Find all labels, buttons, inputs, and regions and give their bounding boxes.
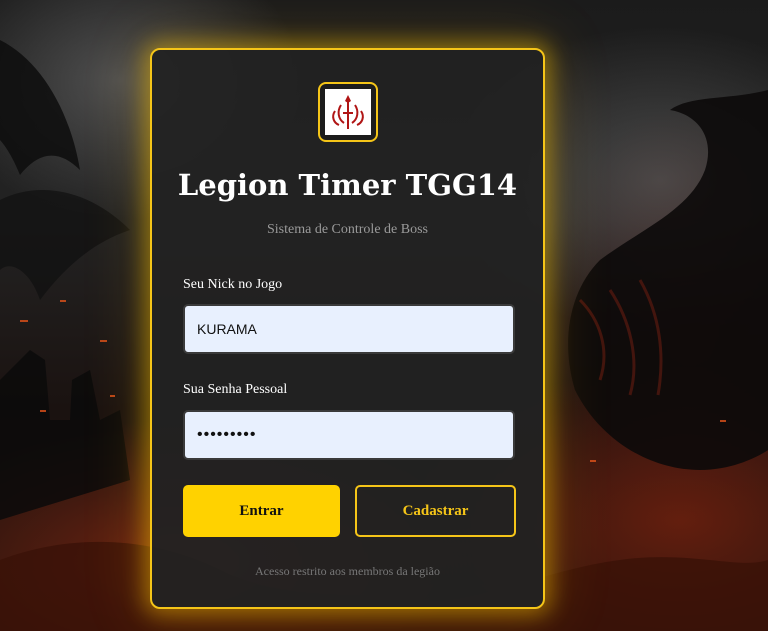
page-subtitle: Sistema de Controle de Boss: [267, 222, 428, 237]
logo: [318, 82, 378, 142]
password-input[interactable]: [183, 410, 515, 460]
legion-emblem-icon: [332, 95, 364, 129]
nick-input[interactable]: [183, 304, 515, 354]
nick-label: Seu Nick no Jogo: [183, 277, 283, 292]
login-button[interactable]: Entrar: [183, 485, 340, 537]
left-dragon-wing: [0, 40, 80, 175]
ruined-towers: [0, 350, 130, 520]
password-label: Sua Senha Pessoal: [183, 382, 288, 397]
logo-image: [325, 89, 371, 135]
register-button[interactable]: Cadastrar: [355, 485, 516, 537]
page-title: Legion Timer TGG14: [177, 168, 518, 202]
right-dragon: [568, 90, 768, 470]
login-card: Legion Timer TGG14 Sistema de Controle d…: [150, 48, 545, 609]
footer-note: Acesso restrito aos membros da legião: [255, 564, 440, 578]
